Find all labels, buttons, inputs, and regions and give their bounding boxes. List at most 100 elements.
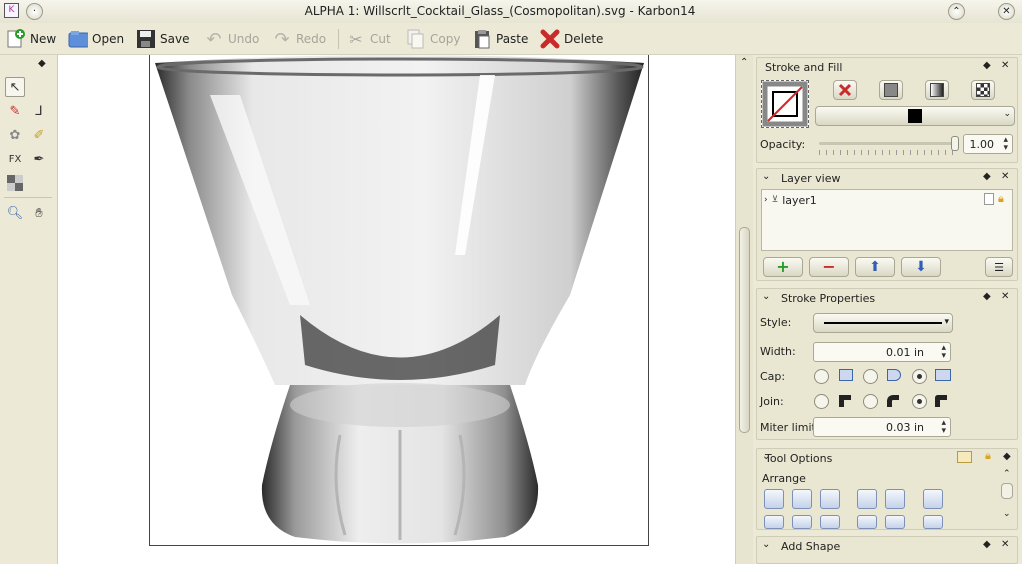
- eyedropper-tool-icon[interactable]: ✒: [29, 149, 49, 169]
- join-round-radio[interactable]: [863, 394, 878, 409]
- panel-float-icon[interactable]: ◆: [983, 539, 991, 550]
- panel-float-icon[interactable]: ◆: [983, 171, 991, 182]
- select-tool-icon[interactable]: ↖: [5, 77, 25, 97]
- folder-icon[interactable]: [957, 451, 972, 463]
- spin-arrows-icon[interactable]: ▴ ▾: [1003, 136, 1008, 153]
- panel-float-icon[interactable]: ◆: [1003, 451, 1011, 462]
- panel-close-icon[interactable]: ✕: [1001, 60, 1009, 71]
- tool-options-scroll-thumb[interactable]: [1001, 483, 1013, 499]
- save-disk-icon: [136, 29, 156, 49]
- stroke-fill-swatch[interactable]: [761, 80, 809, 128]
- toolbox-float-icon[interactable]: ◆: [38, 58, 46, 69]
- send-to-back-icon[interactable]: [885, 489, 905, 509]
- copy-button[interactable]: Copy: [406, 25, 460, 53]
- open-button[interactable]: Open: [68, 25, 124, 53]
- collapse-icon[interactable]: ⌄: [762, 291, 770, 302]
- align-top-icon[interactable]: [764, 515, 784, 529]
- zoom-tool-icon[interactable]: 🔍︎: [5, 203, 25, 223]
- effects-tool-icon[interactable]: FX: [5, 149, 25, 169]
- tool-options-scroll-down-icon[interactable]: ⌄: [1003, 509, 1011, 519]
- canvas-vertical-scrollbar[interactable]: ⌃: [735, 55, 753, 564]
- cap-butt-radio[interactable]: [814, 369, 829, 384]
- join-bevel-icon: [935, 395, 947, 407]
- layer-row[interactable]: › ⊻ layer1 🔒︎: [764, 192, 1010, 208]
- align-center-icon[interactable]: [792, 489, 812, 509]
- spin-arrows-icon[interactable]: ▴ ▾: [941, 419, 946, 436]
- join-miter-radio[interactable]: [814, 394, 829, 409]
- undo-button[interactable]: ↶ Undo: [204, 25, 259, 53]
- raise-icon[interactable]: [857, 515, 877, 529]
- align-right-icon[interactable]: [820, 489, 840, 509]
- remove-layer-button[interactable]: −: [809, 257, 849, 277]
- miter-limit-spinbox[interactable]: 0.03 in ▴ ▾: [813, 417, 951, 437]
- layer-list: › ⊻ layer1 🔒︎: [761, 189, 1013, 251]
- title-bar: K · ALPHA 1: Willscrlt_Cocktail_Glass_(C…: [0, 0, 1022, 23]
- opacity-slider-handle[interactable]: [951, 136, 959, 151]
- maximize-icon[interactable]: ⌃: [948, 3, 965, 20]
- pencil-tool-icon[interactable]: ✐: [29, 125, 49, 145]
- layer-lock-icon[interactable]: 🔒︎: [998, 192, 1004, 206]
- align-bottom-icon[interactable]: [820, 515, 840, 529]
- calligraphy-tool-icon[interactable]: ⅃: [29, 101, 49, 121]
- opacity-slider[interactable]: [819, 136, 959, 158]
- align-left-icon[interactable]: [764, 489, 784, 509]
- paste-button[interactable]: Paste: [472, 25, 528, 53]
- spin-arrows-icon[interactable]: ▴ ▾: [941, 344, 946, 361]
- cap-square-radio[interactable]: [912, 369, 927, 384]
- pan-tool-icon[interactable]: ✋︎: [29, 203, 49, 223]
- shape-tool-icon[interactable]: ✿: [5, 125, 25, 145]
- expand-arrow-icon[interactable]: ›: [764, 195, 768, 205]
- bring-to-front-icon[interactable]: [857, 489, 877, 509]
- raise-layer-button[interactable]: ⬆︎: [855, 257, 895, 277]
- delete-button[interactable]: Delete: [540, 25, 603, 53]
- collapse-icon[interactable]: ⌄: [762, 171, 770, 182]
- group-icon[interactable]: [923, 489, 943, 509]
- add-layer-button[interactable]: +: [763, 257, 803, 277]
- color-selector[interactable]: ⌄: [815, 106, 1015, 126]
- panel-close-icon[interactable]: ✕: [1001, 539, 1009, 550]
- no-fill-button[interactable]: [833, 80, 857, 100]
- save-button[interactable]: Save: [136, 25, 189, 53]
- panel-close-icon[interactable]: ✕: [1001, 291, 1009, 302]
- close-window-icon[interactable]: ✕: [998, 3, 1015, 20]
- path-tool-icon[interactable]: ✎: [5, 101, 25, 121]
- gradient-fill-button[interactable]: [925, 80, 949, 100]
- lower-icon[interactable]: [885, 515, 905, 529]
- panel-float-icon[interactable]: ◆: [983, 60, 991, 71]
- chevron-down-icon: ▾: [944, 317, 949, 327]
- panel-close-icon[interactable]: ✕: [1001, 171, 1009, 182]
- tool-options-panel: ⌄ Tool Options 🔒︎ ◆ Arrange ⌃ ⌄: [756, 448, 1018, 530]
- document-page[interactable]: [149, 55, 649, 546]
- miter-limit-label: Miter limit:: [760, 421, 820, 434]
- width-spinbox[interactable]: 0.01 in ▴ ▾: [813, 342, 951, 362]
- solid-fill-button[interactable]: [879, 80, 903, 100]
- cut-button[interactable]: ✂ Cut: [346, 25, 390, 53]
- layer-visible-icon[interactable]: [984, 193, 994, 205]
- join-miter-icon: [839, 395, 851, 407]
- new-button[interactable]: New: [6, 25, 56, 53]
- pattern-fill-icon: [976, 83, 990, 97]
- solid-fill-icon: [884, 83, 898, 97]
- opacity-spinbox[interactable]: 1.00 ▴ ▾: [963, 134, 1013, 154]
- layer-view-mode-button[interactable]: ☰: [985, 257, 1013, 277]
- new-label: New: [30, 32, 57, 46]
- toolbox-separator: [4, 197, 52, 198]
- collapse-icon[interactable]: ⌄: [762, 539, 770, 550]
- redo-label: Redo: [296, 32, 327, 46]
- gradient-tool-icon[interactable]: [5, 173, 25, 193]
- scroll-up-arrow-icon[interactable]: ⌃: [740, 57, 748, 68]
- tool-options-scroll-up-icon[interactable]: ⌃: [1003, 469, 1011, 479]
- cap-round-radio[interactable]: [863, 369, 878, 384]
- panel-float-icon[interactable]: ◆: [983, 291, 991, 302]
- opacity-value: 1.00: [969, 137, 995, 151]
- line-style-select[interactable]: ▾: [813, 313, 953, 333]
- scissors-icon: ✂: [349, 29, 363, 49]
- align-middle-icon[interactable]: [792, 515, 812, 529]
- ungroup-icon[interactable]: [923, 515, 943, 529]
- redo-button[interactable]: ↷ Redo: [272, 25, 326, 53]
- scrollbar-thumb[interactable]: [739, 227, 750, 433]
- join-bevel-radio[interactable]: [912, 394, 927, 409]
- lock-icon[interactable]: 🔒︎: [985, 449, 991, 463]
- pattern-fill-button[interactable]: [971, 80, 995, 100]
- lower-layer-button[interactable]: ⬇︎: [901, 257, 941, 277]
